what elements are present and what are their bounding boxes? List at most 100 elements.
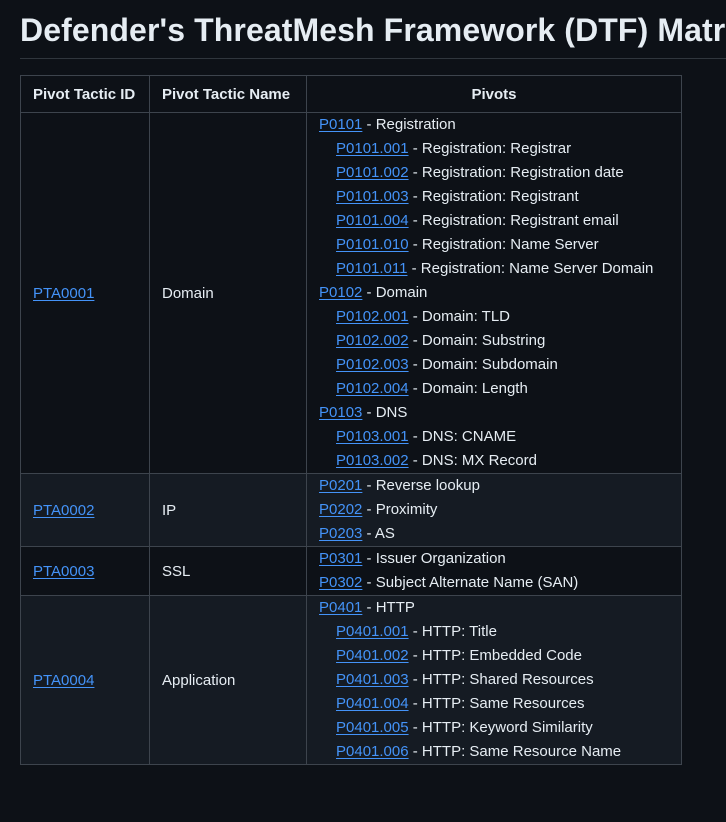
- pivot-code-link[interactable]: P0103: [319, 404, 362, 421]
- pivot-code-link[interactable]: P0401.004: [336, 695, 409, 712]
- pivot-code-link[interactable]: P0102.004: [336, 380, 409, 397]
- pivot-description: - AS: [362, 525, 395, 542]
- pivot-description: - Registration: [362, 116, 456, 133]
- pivot-code-link[interactable]: P0401.006: [336, 743, 409, 760]
- tactic-name-cell: Domain: [149, 112, 307, 474]
- pivot-item: P0202 - Proximity: [319, 498, 669, 522]
- pivot-code-link[interactable]: P0101.002: [336, 164, 409, 181]
- pivot-description: - HTTP: Embedded Code: [408, 647, 582, 664]
- sub-pivot-item: P0102.004 - Domain: Length: [319, 377, 669, 401]
- pivot-item: P0301 - Issuer Organization: [319, 547, 669, 571]
- pivot-description: - Registration: Registration date: [408, 164, 624, 181]
- pivot-description: - HTTP: Same Resource Name: [408, 743, 622, 760]
- pivot-code-link[interactable]: P0102.003: [336, 356, 409, 373]
- pivot-code-link[interactable]: P0101.004: [336, 212, 409, 229]
- table-row: PTA0003 SSL P0301 - Issuer Organization P03…: [20, 546, 682, 596]
- pivots-cell: P0101 - Registration P0101.001 - Registra…: [306, 112, 682, 474]
- pivot-code-link[interactable]: P0302: [319, 574, 362, 591]
- pivot-code-link[interactable]: P0201: [319, 477, 362, 494]
- pivot-code-link[interactable]: P0102.002: [336, 332, 409, 349]
- pivot-description: - Domain: Length: [408, 380, 528, 397]
- header-pivot-tactic-name: Pivot Tactic Name: [149, 75, 307, 113]
- pivots-cell: P0201 - Reverse lookup P0202 - Proximity P…: [306, 473, 682, 547]
- pivot-item: P0103 - DNS: [319, 401, 669, 425]
- pivots-cell: P0401 - HTTP P0401.001 - HTTP: Title P0401…: [306, 595, 682, 765]
- pivot-code-link[interactable]: P0101.011: [336, 260, 407, 277]
- sub-pivot-item: P0103.001 - DNS: CNAME: [319, 425, 669, 449]
- pivot-item: P0401 - HTTP: [319, 596, 669, 620]
- sub-pivot-item: P0101.011 - Registration: Name Server Do…: [319, 257, 669, 281]
- sub-pivot-item: P0102.002 - Domain: Substring: [319, 329, 669, 353]
- pivot-description: - DNS: MX Record: [408, 452, 537, 469]
- pivot-code-link[interactable]: P0102: [319, 284, 362, 301]
- pivot-code-link[interactable]: P0103.001: [336, 428, 409, 445]
- table-body: PTA0001 Domain P0101 - Registration P0101.0…: [20, 112, 682, 765]
- sub-pivot-item: P0401.004 - HTTP: Same Resources: [319, 692, 669, 716]
- pivot-code-link[interactable]: P0401.003: [336, 671, 409, 688]
- pivot-code-link[interactable]: P0401.005: [336, 719, 409, 736]
- header-pivots: Pivots: [306, 75, 682, 113]
- sub-pivot-item: P0101.003 - Registration: Registrant: [319, 185, 669, 209]
- pivot-description: - Domain: TLD: [408, 308, 510, 325]
- pivot-item: P0201 - Reverse lookup: [319, 474, 669, 498]
- tactic-name-cell: Application: [149, 595, 307, 765]
- pivot-description: - Subject Alternate Name (SAN): [362, 574, 579, 591]
- table-row: PTA0001 Domain P0101 - Registration P0101.0…: [20, 112, 682, 474]
- pivot-description: - Registration: Registrant: [408, 188, 579, 205]
- sub-pivot-item: P0102.001 - Domain: TLD: [319, 305, 669, 329]
- tactic-name-cell: IP: [149, 473, 307, 547]
- pivot-code-link[interactable]: P0401.001: [336, 623, 409, 640]
- pivot-code-link[interactable]: P0103.002: [336, 452, 409, 469]
- pivot-code-link[interactable]: P0101: [319, 116, 362, 133]
- header-pivot-tactic-id: Pivot Tactic ID: [20, 75, 150, 113]
- tactic-id-link[interactable]: PTA0004: [33, 672, 94, 689]
- pivot-code-link[interactable]: P0102.001: [336, 308, 409, 325]
- pivot-code-link[interactable]: P0401: [319, 599, 362, 616]
- pivot-description: - Registration: Name Server: [408, 236, 599, 253]
- tactic-id-link[interactable]: PTA0003: [33, 563, 94, 580]
- sub-pivot-item: P0401.003 - HTTP: Shared Resources: [319, 668, 669, 692]
- pivot-code-link[interactable]: P0101.010: [336, 236, 409, 253]
- pivot-code-link[interactable]: P0401.002: [336, 647, 409, 664]
- sub-pivot-item: P0401.005 - HTTP: Keyword Similarity: [319, 716, 669, 740]
- pivot-item: P0302 - Subject Alternate Name (SAN): [319, 571, 669, 595]
- pivot-description: - HTTP: Same Resources: [408, 695, 585, 712]
- sub-pivot-item: P0103.002 - DNS: MX Record: [319, 449, 669, 473]
- tactic-id-link[interactable]: PTA0001: [33, 285, 94, 302]
- pivot-item: P0101 - Registration: [319, 113, 669, 137]
- tactic-id-link[interactable]: PTA0002: [33, 502, 94, 519]
- pivot-code-link[interactable]: P0101.001: [336, 140, 409, 157]
- pivots-cell: P0301 - Issuer Organization P0302 - Subje…: [306, 546, 682, 596]
- pivot-description: - DNS: [362, 404, 408, 421]
- sub-pivot-item: P0401.006 - HTTP: Same Resource Name: [319, 740, 669, 764]
- pivot-description: - Registration: Name Server Domain: [407, 260, 654, 277]
- tactic-id-cell: PTA0001: [20, 112, 150, 474]
- pivot-code-link[interactable]: P0203: [319, 525, 362, 542]
- pivot-description: - Reverse lookup: [362, 477, 480, 494]
- pivot-code-link[interactable]: P0301: [319, 550, 362, 567]
- pivot-description: - HTTP: Title: [408, 623, 497, 640]
- pivot-item: P0203 - AS: [319, 522, 669, 546]
- table-header-row: Pivot Tactic ID Pivot Tactic Name Pivots: [20, 75, 682, 113]
- title-divider: [20, 58, 726, 59]
- tactic-name-cell: SSL: [149, 546, 307, 596]
- sub-pivot-item: P0101.002 - Registration: Registration d…: [319, 161, 669, 185]
- tactic-id-cell: PTA0004: [20, 595, 150, 765]
- dtf-matrix-table: Pivot Tactic ID Pivot Tactic Name Pivots…: [20, 75, 682, 765]
- pivot-description: - Domain: [362, 284, 428, 301]
- page-title: Defender's ThreatMesh Framework (DTF) Ma…: [20, 12, 726, 48]
- pivot-description: - Domain: Subdomain: [408, 356, 558, 373]
- pivot-description: - Registration: Registrant email: [408, 212, 619, 229]
- pivot-description: - Proximity: [362, 501, 438, 518]
- sub-pivot-item: P0101.010 - Registration: Name Server: [319, 233, 669, 257]
- pivot-code-link[interactable]: P0101.003: [336, 188, 409, 205]
- pivot-description: - HTTP: [362, 599, 415, 616]
- tactic-id-cell: PTA0003: [20, 546, 150, 596]
- sub-pivot-item: P0102.003 - Domain: Subdomain: [319, 353, 669, 377]
- pivot-description: - HTTP: Shared Resources: [408, 671, 594, 688]
- sub-pivot-item: P0401.002 - HTTP: Embedded Code: [319, 644, 669, 668]
- sub-pivot-item: P0401.001 - HTTP: Title: [319, 620, 669, 644]
- sub-pivot-item: P0101.004 - Registration: Registrant ema…: [319, 209, 669, 233]
- pivot-description: - Issuer Organization: [362, 550, 506, 567]
- pivot-code-link[interactable]: P0202: [319, 501, 362, 518]
